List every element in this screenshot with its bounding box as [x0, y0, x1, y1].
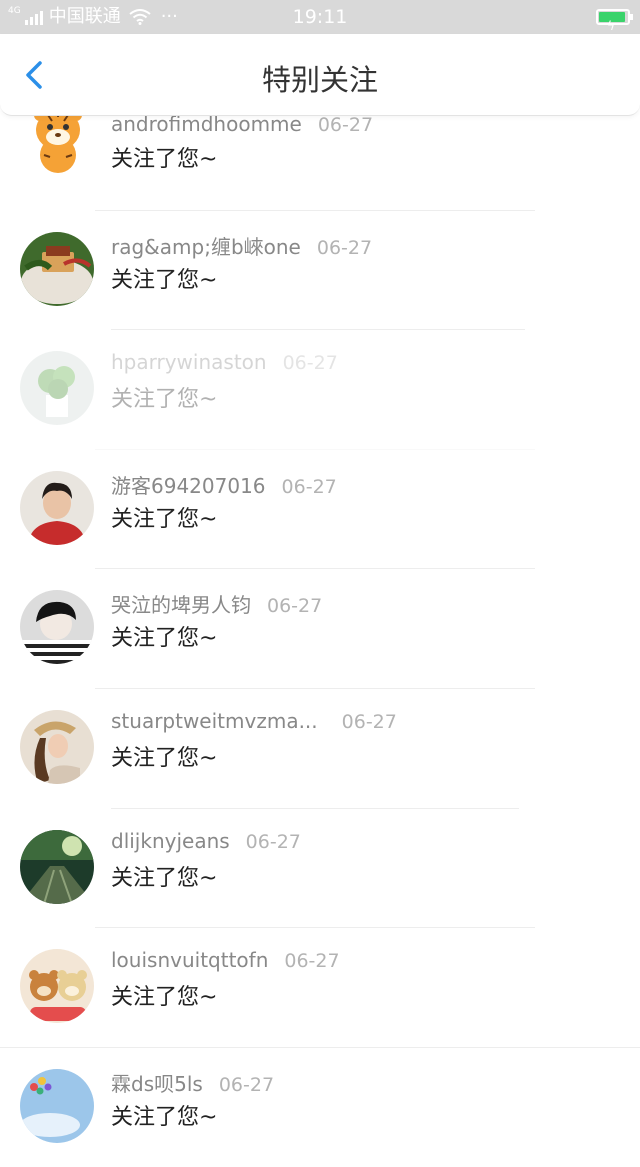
message-text: 关注了您~: [111, 267, 218, 293]
list-item[interactable]: hparrywinaston 06-27 关注了您~: [0, 330, 640, 450]
date-label: 06-27: [341, 710, 397, 733]
date-label: 06-27: [281, 475, 337, 498]
date-label: 06-27: [245, 830, 301, 853]
list-item[interactable]: dlijknyjeans 06-27 关注了您~: [0, 809, 640, 929]
message-text: 关注了您~: [111, 1104, 218, 1130]
avatar[interactable]: [20, 470, 94, 545]
list-item[interactable]: louisnvuitqttofn 06-27 关注了您~: [0, 928, 640, 1048]
username[interactable]: hparrywinaston 06-27: [111, 350, 338, 374]
username-text[interactable]: stuarptweitmvzma...: [111, 709, 318, 733]
date-label: 06-27: [267, 595, 323, 618]
message-text: 关注了您~: [111, 387, 218, 413]
message-text: 关注了您~: [111, 745, 218, 771]
page-title: 特别关注: [261, 63, 378, 97]
list-item[interactable]: rag&amp;缠b崍one 06-27 关注了您~: [0, 211, 640, 331]
message-text: 关注了您~: [111, 865, 218, 891]
message-text: 关注了您~: [111, 985, 218, 1011]
avatar[interactable]: [20, 1068, 94, 1143]
message-text: 关注了您~: [111, 147, 218, 172]
message-text: 关注了您~: [111, 506, 218, 532]
list-item[interactable]: stuarptweitmvzma... 06-27 关注了您~: [0, 689, 640, 809]
username-text[interactable]: louisnvuitqttofn: [111, 948, 268, 972]
username[interactable]: rag&amp;缠b崍one 06-27: [111, 231, 372, 260]
username-text[interactable]: 游客694207016: [111, 474, 266, 498]
list-item[interactable]: 哭泣的埤男人钧 06-27 关注了您~: [0, 569, 640, 689]
avatar[interactable]: [20, 709, 94, 784]
battery-icon: ϟ: [596, 9, 633, 33]
username[interactable]: 霖ds呗5ls 06-27: [111, 1068, 274, 1097]
username-text[interactable]: 霖ds呗5ls: [111, 1072, 203, 1096]
date-label: 06-27: [282, 352, 338, 375]
avatar[interactable]: [20, 590, 94, 665]
username-text[interactable]: dlijknyjeans: [111, 829, 230, 853]
date-label: 06-27: [284, 950, 340, 973]
avatar[interactable]: [20, 949, 94, 1024]
username[interactable]: stuarptweitmvzma... 06-27: [111, 709, 397, 733]
username[interactable]: louisnvuitqttofn 06-27: [111, 948, 340, 972]
message-text: 关注了您~: [111, 626, 218, 652]
date-label: 06-27: [316, 236, 373, 259]
username-text[interactable]: 哭泣的埤男人钧: [111, 593, 251, 617]
username-text[interactable]: rag&amp;缠b崍one: [111, 235, 301, 259]
avatar[interactable]: [20, 351, 94, 426]
nav-bar: 特别关注: [0, 34, 640, 116]
username-text[interactable]: hparrywinaston: [111, 350, 267, 374]
avatar[interactable]: [20, 829, 94, 904]
clock: 19:11: [292, 6, 348, 28]
list-item[interactable]: 游客694207016 06-27 关注了您~: [0, 450, 640, 570]
avatar[interactable]: [20, 231, 94, 306]
list-item[interactable]: 霖ds呗5ls 06-27 关注了您~: [0, 1048, 640, 1167]
status-bar: 4G 中国联通 ··· 19:11 ϟ: [0, 0, 640, 34]
notification-list: androfimdhoomme 06-27 关注了您~ rag&amp;缠b崍on…: [0, 100, 640, 1167]
username[interactable]: 哭泣的埤男人钧 06-27: [111, 589, 322, 618]
date-label: 06-27: [218, 1073, 275, 1096]
username[interactable]: dlijknyjeans 06-27: [111, 829, 301, 853]
username[interactable]: 游客694207016 06-27: [111, 470, 337, 499]
